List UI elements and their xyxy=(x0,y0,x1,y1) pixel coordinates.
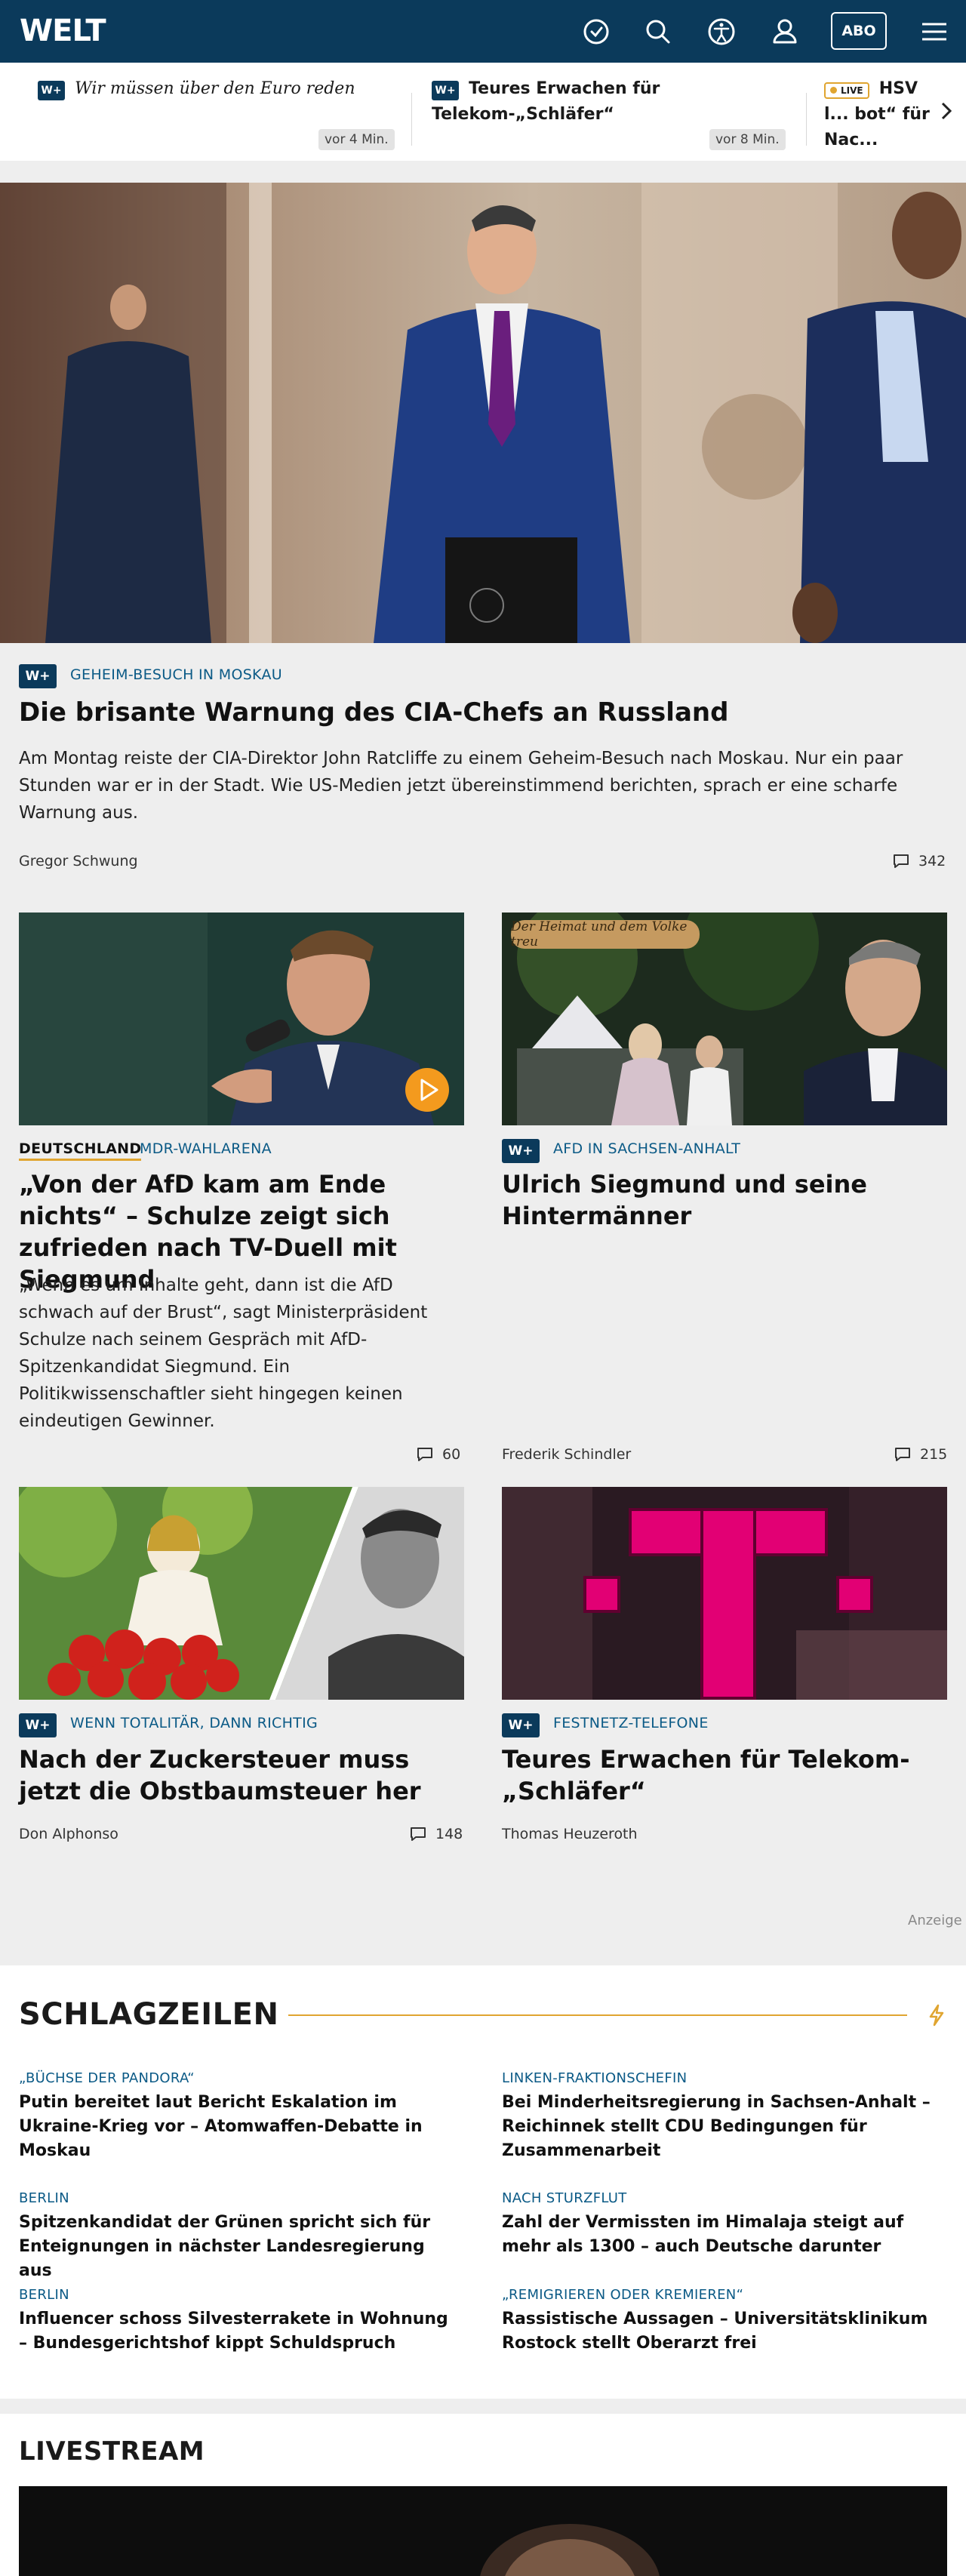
welt-logo[interactable]: WELT xyxy=(20,14,106,48)
ticker-item[interactable]: W+ Wir müssen über den Euro reden xyxy=(38,76,392,102)
search-icon[interactable] xyxy=(641,15,675,48)
section-divider xyxy=(288,2014,907,2016)
play-button[interactable] xyxy=(405,1068,449,1112)
article-image[interactable] xyxy=(502,1487,947,1700)
welt-plus-badge: W+ xyxy=(19,1713,57,1737)
ticker-time: vor 8 Min. xyxy=(709,129,786,150)
article-image[interactable]: Der Heimat und dem Volke treu xyxy=(502,913,947,1125)
hero-author[interactable]: Gregor Schwung xyxy=(19,853,138,869)
live-badge: LIVE xyxy=(824,82,869,99)
user-icon[interactable] xyxy=(768,15,801,48)
comment-icon xyxy=(894,854,909,868)
headline-kicker[interactable]: BERLIN xyxy=(19,2287,69,2303)
headline-kicker[interactable]: NACH STURZFLUT xyxy=(502,2190,627,2206)
hero-comments[interactable]: 342 xyxy=(893,853,946,869)
hero-headline[interactable]: Die brisante Warnung des CIA-Chefs an Ru… xyxy=(19,697,924,728)
headline-title[interactable]: Spitzenkandidat der Grünen spricht sich … xyxy=(19,2211,449,2283)
article-comments[interactable]: 215 xyxy=(894,1446,947,1463)
chevron-right-icon[interactable] xyxy=(933,97,960,125)
article-kicker[interactable]: WENN TOTALITÄR, DANN RICHTIG xyxy=(70,1715,318,1731)
article-headline[interactable]: Nach der Zuckersteuer muss jetzt die Obs… xyxy=(19,1743,472,1807)
headline-title[interactable]: Zahl der Vermissten im Himalaja steigt a… xyxy=(502,2211,940,2259)
article-kicker[interactable]: FESTNETZ-TELEFONE xyxy=(553,1715,709,1731)
article-image[interactable] xyxy=(19,913,464,1125)
ticker-title[interactable]: Teures Erwachen für Telekom-„Schläfer“ xyxy=(432,79,660,124)
hamburger-icon[interactable] xyxy=(918,15,951,48)
ticker-divider xyxy=(806,93,807,146)
comment-icon xyxy=(411,1827,426,1841)
comment-icon xyxy=(895,1448,910,1461)
welt-plus-badge: W+ xyxy=(502,1713,540,1737)
schlagzeilen-section: SCHLAGZEILEN „BÜCHSE DER PANDORA“ Putin … xyxy=(0,1965,966,2399)
article-kicker[interactable]: AFD IN SACHSEN-ANHALT xyxy=(553,1140,740,1157)
article-author[interactable]: Thomas Heuzeroth xyxy=(502,1826,638,1842)
ticker-title[interactable]: Wir müssen über den Euro reden xyxy=(75,79,355,98)
news-ticker: W+ Wir müssen über den Euro reden vor 4 … xyxy=(0,63,966,161)
section-label[interactable]: DEUTSCHLAND xyxy=(19,1140,142,1161)
live-dot xyxy=(830,87,837,94)
headline-kicker[interactable]: „BÜCHSE DER PANDORA“ xyxy=(19,2070,195,2086)
headline-kicker[interactable]: LINKEN-FRAKTIONSCHEFIN xyxy=(502,2070,687,2086)
section-title: LIVESTREAM xyxy=(19,2436,205,2467)
ticker-item[interactable]: LIVE HSV l... bot“ für Nac... xyxy=(824,76,930,153)
article-teaser: „Wenn es um Inhalte geht, dann ist die A… xyxy=(19,1276,428,1431)
article-kicker[interactable]: MDR-WAHLARENA xyxy=(140,1140,272,1157)
welt-plus-badge: W+ xyxy=(38,80,65,100)
clock-icon[interactable] xyxy=(580,15,613,48)
headline-kicker[interactable]: „REMIGRIEREN ODER KREMIEREN“ xyxy=(502,2287,743,2303)
livestream-section: LIVESTREAM xyxy=(0,2414,966,2576)
top-navigation-bar: WELT ABO xyxy=(0,0,966,63)
ticker-time: vor 4 Min. xyxy=(318,129,395,150)
hero-teaser: Am Montag reiste der CIA-Direktor John R… xyxy=(19,749,903,823)
article-author[interactable]: Frederik Schindler xyxy=(502,1446,631,1463)
comment-icon xyxy=(417,1448,432,1461)
hero-kicker[interactable]: GEHEIM-BESUCH IN MOSKAU xyxy=(70,666,282,683)
article-headline[interactable]: Ulrich Siegmund und seine Hintermänner xyxy=(502,1168,924,1232)
ticker-item[interactable]: W+ Teures Erwachen für Telekom-„Schläfer… xyxy=(432,76,749,128)
image-banner: Der Heimat und dem Volke treu xyxy=(511,919,700,949)
headline-title[interactable]: Influencer schoss Silvesterrakete in Woh… xyxy=(19,2307,449,2356)
headline-kicker[interactable]: BERLIN xyxy=(19,2190,69,2206)
play-icon xyxy=(420,1079,438,1101)
abo-button[interactable]: ABO xyxy=(831,12,887,50)
article-comments[interactable]: 148 xyxy=(410,1826,463,1842)
headline-title[interactable]: Bei Minderheitsregierung in Sachsen-Anha… xyxy=(502,2091,940,2163)
article-comments[interactable]: 60 xyxy=(417,1446,460,1463)
ad-label: Anzeige xyxy=(908,1913,962,1928)
article-author[interactable]: Don Alphonso xyxy=(19,1826,118,1842)
article-image[interactable] xyxy=(19,1487,464,1700)
headline-title[interactable]: Putin bereitet laut Bericht Eskalation i… xyxy=(19,2091,449,2163)
ticker-divider xyxy=(411,93,412,146)
hero-image[interactable] xyxy=(0,183,966,643)
welt-plus-badge: W+ xyxy=(432,80,459,100)
livestream-player[interactable] xyxy=(19,2486,947,2576)
section-title: SCHLAGZEILEN xyxy=(19,1997,279,2032)
welt-plus-badge: W+ xyxy=(19,664,57,688)
welt-plus-badge: W+ xyxy=(502,1139,540,1163)
article-headline[interactable]: Teures Erwachen für Telekom-„Schläfer“ xyxy=(502,1743,924,1807)
accessibility-icon[interactable] xyxy=(705,15,738,48)
lightning-icon xyxy=(924,2003,949,2027)
headline-title[interactable]: Rassistische Aussagen – Universitätsklin… xyxy=(502,2307,940,2356)
